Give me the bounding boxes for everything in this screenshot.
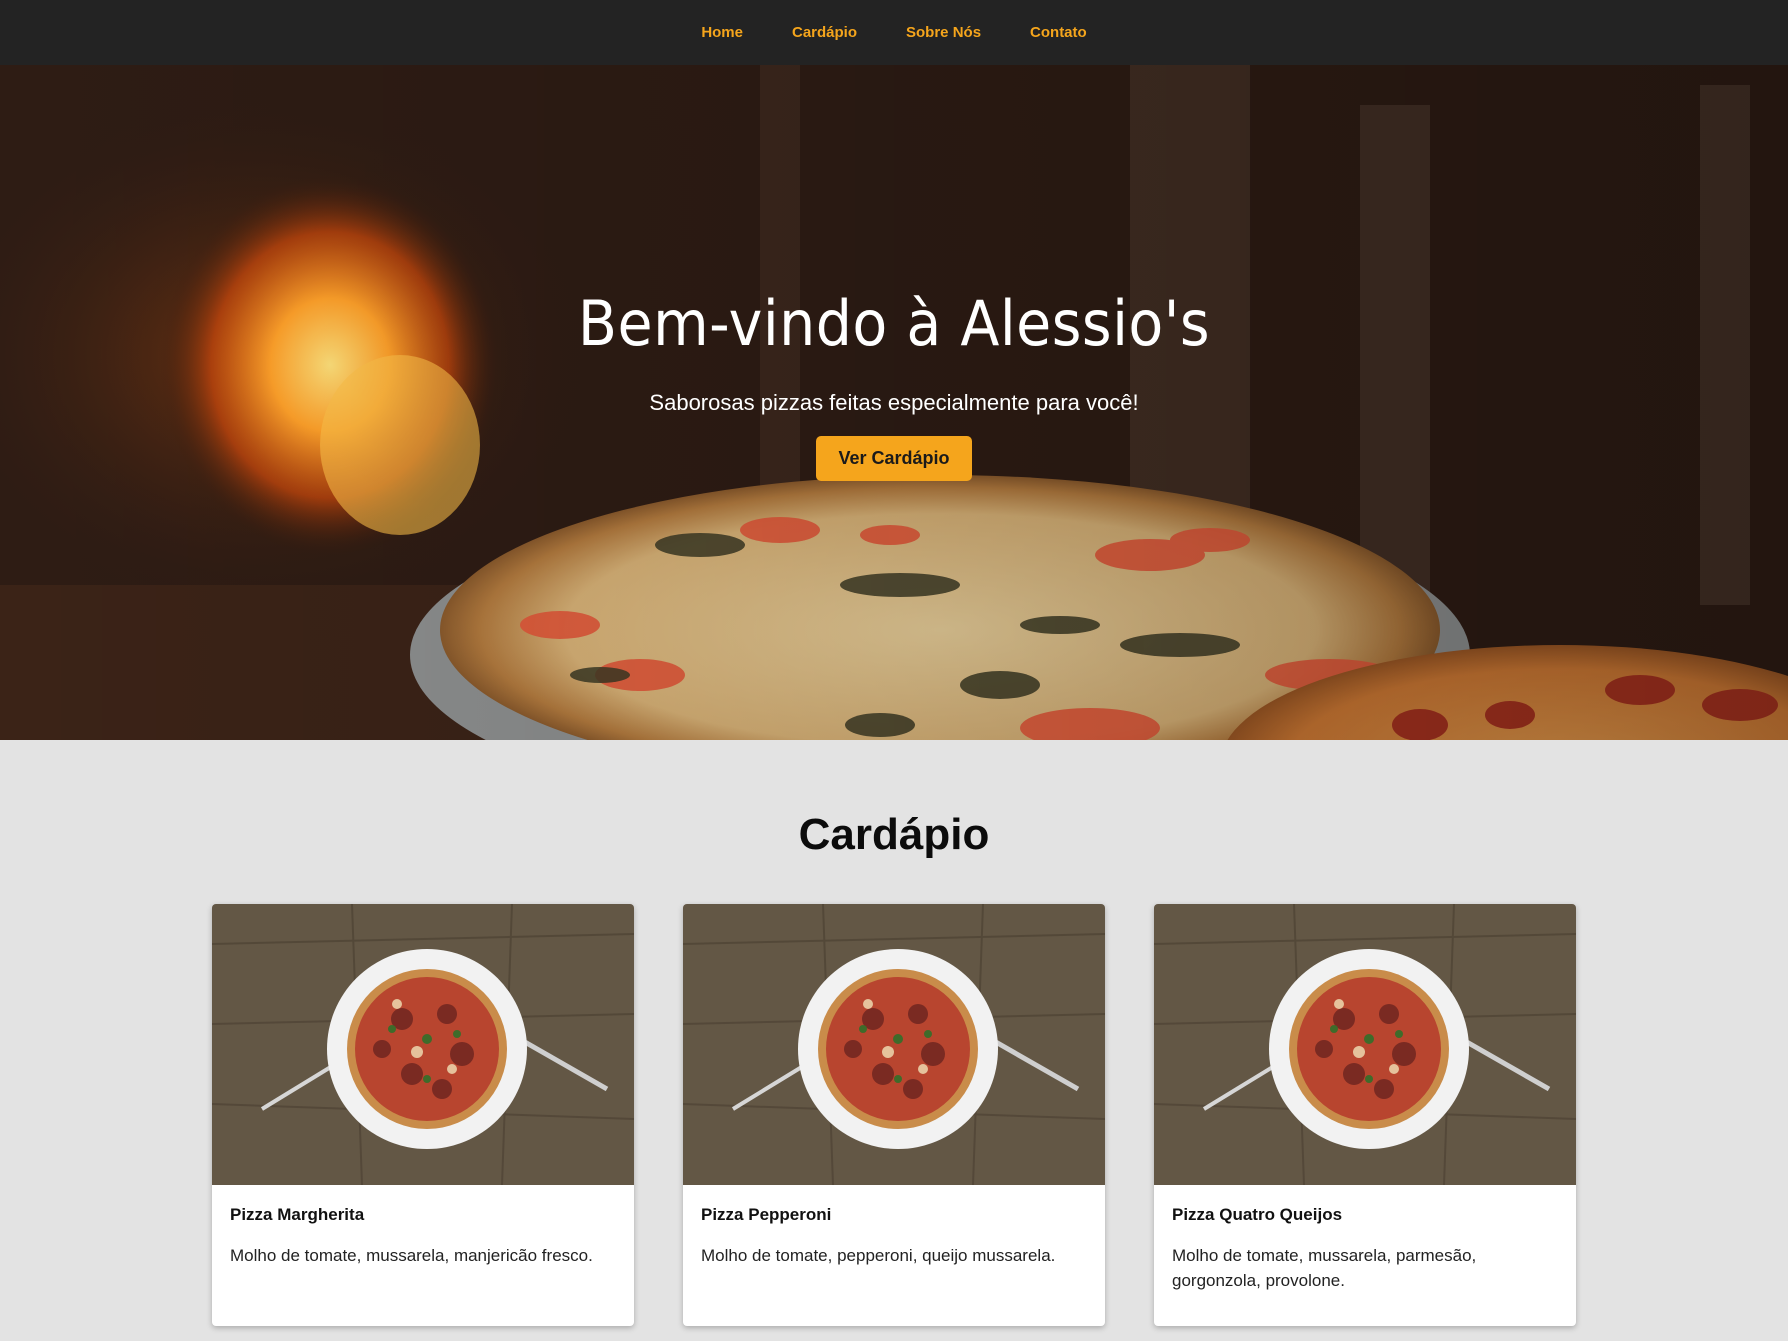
card-title: Pizza Pepperoni	[701, 1205, 832, 1224]
card-description: Molho de tomate, mussarela, manjericão f…	[230, 1246, 593, 1265]
hero-content: Bem-vindo à Alessio's Saborosas pizzas f…	[0, 287, 1788, 481]
nav-link-sobre-nos[interactable]: Sobre Nós	[906, 24, 981, 41]
nav-link-cardapio[interactable]: Cardápio	[792, 24, 857, 41]
card-body: Pizza Margherita Molho de tomate, mussar…	[212, 1185, 634, 1288]
top-navbar: Home Cardápio Sobre Nós Contato	[0, 0, 1788, 65]
nav-link-home[interactable]: Home	[701, 24, 743, 41]
menu-card-quatro-queijos[interactable]: Pizza Quatro Queijos Molho de tomate, mu…	[1154, 904, 1576, 1326]
hero-subtitle: Saborosas pizzas feitas especialmente pa…	[649, 390, 1139, 415]
ver-cardapio-button[interactable]: Ver Cardápio	[816, 436, 972, 481]
hero-title: Bem-vindo à Alessio's	[577, 287, 1211, 360]
menu-title: Cardápio	[798, 810, 990, 859]
nav-link-contato[interactable]: Contato	[1030, 24, 1087, 41]
card-title: Pizza Margherita	[230, 1205, 365, 1224]
card-body: Pizza Pepperoni Molho de tomate, peppero…	[683, 1185, 1105, 1288]
pizza-image	[212, 904, 634, 1185]
menu-section: Cardápio Pizza Margherita Molho de tomat…	[0, 740, 1788, 1326]
hero-section: Bem-vindo à Alessio's Saborosas pizzas f…	[0, 65, 1788, 740]
card-body: Pizza Quatro Queijos Molho de tomate, mu…	[1154, 1185, 1576, 1313]
menu-card-margherita[interactable]: Pizza Margherita Molho de tomate, mussar…	[212, 904, 634, 1326]
menu-cards: Pizza Margherita Molho de tomate, mussar…	[0, 904, 1788, 1326]
card-description: Molho de tomate, mussarela, parmesão, go…	[1172, 1246, 1477, 1290]
pizza-image	[683, 904, 1105, 1185]
card-title: Pizza Quatro Queijos	[1172, 1205, 1343, 1224]
pizza-image	[1154, 904, 1576, 1185]
card-description: Molho de tomate, pepperoni, queijo mussa…	[701, 1246, 1056, 1265]
menu-card-pepperoni[interactable]: Pizza Pepperoni Molho de tomate, peppero…	[683, 904, 1105, 1326]
